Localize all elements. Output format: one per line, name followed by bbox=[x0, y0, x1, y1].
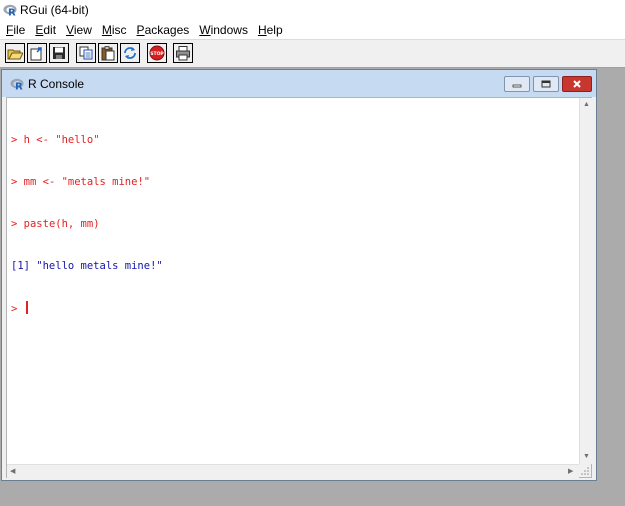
scroll-up-icon[interactable]: ▲ bbox=[583, 101, 590, 108]
save-workspace-button[interactable] bbox=[49, 43, 69, 63]
r-console-window[interactable]: R R Console > h <- "hello" > mm <- "meta… bbox=[1, 69, 597, 481]
close-icon bbox=[573, 80, 581, 88]
copy-button[interactable] bbox=[76, 43, 96, 63]
stop-icon: STOP bbox=[149, 45, 165, 61]
stop-button[interactable]: STOP bbox=[147, 43, 167, 63]
copy-paste-button[interactable] bbox=[120, 43, 140, 63]
console-title: R Console bbox=[28, 76, 85, 91]
print-button[interactable] bbox=[173, 43, 193, 63]
toolbar: STOP bbox=[0, 39, 625, 68]
copy-paste-icon bbox=[124, 47, 136, 59]
console-titlebar[interactable]: R R Console bbox=[2, 70, 596, 97]
mdi-workspace: R R Console > h <- "hello" > mm <- "meta… bbox=[0, 68, 625, 506]
menu-misc[interactable]: Misc bbox=[102, 23, 127, 37]
console-output-line: [1] "hello metals mine!" bbox=[11, 260, 163, 272]
close-button[interactable] bbox=[562, 76, 592, 92]
print-icon bbox=[176, 46, 190, 61]
maximize-icon bbox=[541, 80, 551, 88]
paste-button[interactable] bbox=[98, 43, 118, 63]
menu-packages[interactable]: Packages bbox=[137, 23, 190, 37]
vertical-scrollbar[interactable]: ▲ ▼ bbox=[579, 98, 592, 464]
r-logo-icon: R bbox=[3, 4, 17, 19]
svg-text:R: R bbox=[8, 8, 16, 17]
console-output-area[interactable]: > h <- "hello" > mm <- "metals mine!" > … bbox=[6, 97, 592, 478]
console-prompt-line[interactable]: > bbox=[11, 301, 163, 315]
console-line: > mm <- "metals mine!" bbox=[11, 176, 151, 188]
minimize-button[interactable] bbox=[504, 76, 530, 92]
load-workspace-button[interactable] bbox=[27, 43, 47, 63]
load-workspace-icon bbox=[30, 47, 42, 61]
console-text: > h <- "hello" > mm <- "metals mine!" > … bbox=[11, 105, 163, 343]
app-titlebar: R RGui (64-bit) bbox=[0, 0, 625, 20]
resize-grip-icon[interactable] bbox=[579, 464, 591, 477]
menu-file[interactable]: File bbox=[6, 23, 25, 37]
maximize-button[interactable] bbox=[533, 76, 559, 92]
scroll-right-icon[interactable]: ▶ bbox=[568, 468, 573, 475]
menu-bar: File Edit View Misc Packages Windows Hel… bbox=[0, 20, 625, 39]
menu-help[interactable]: Help bbox=[258, 23, 283, 37]
scroll-left-icon[interactable]: ◀ bbox=[10, 468, 15, 475]
copy-icon bbox=[79, 46, 93, 60]
console-line: > h <- "hello" bbox=[11, 134, 100, 146]
open-script-button[interactable] bbox=[5, 43, 25, 63]
menu-edit[interactable]: Edit bbox=[35, 23, 56, 37]
console-line: > paste(h, mm) bbox=[11, 218, 100, 230]
minimize-icon bbox=[512, 84, 522, 88]
paste-icon bbox=[101, 46, 115, 61]
svg-text:R: R bbox=[15, 81, 23, 90]
save-icon bbox=[53, 47, 65, 59]
menu-windows[interactable]: Windows bbox=[199, 23, 248, 37]
open-script-icon bbox=[7, 49, 23, 60]
r-logo-icon: R bbox=[10, 78, 24, 92]
horizontal-scrollbar[interactable]: ◀ ▶ bbox=[7, 464, 579, 478]
text-cursor bbox=[25, 301, 28, 314]
menu-view[interactable]: View bbox=[66, 23, 92, 37]
app-title: RGui (64-bit) bbox=[20, 3, 89, 17]
svg-text:STOP: STOP bbox=[150, 51, 164, 57]
scroll-down-icon[interactable]: ▼ bbox=[583, 453, 590, 460]
console-prompt: > bbox=[11, 303, 24, 315]
